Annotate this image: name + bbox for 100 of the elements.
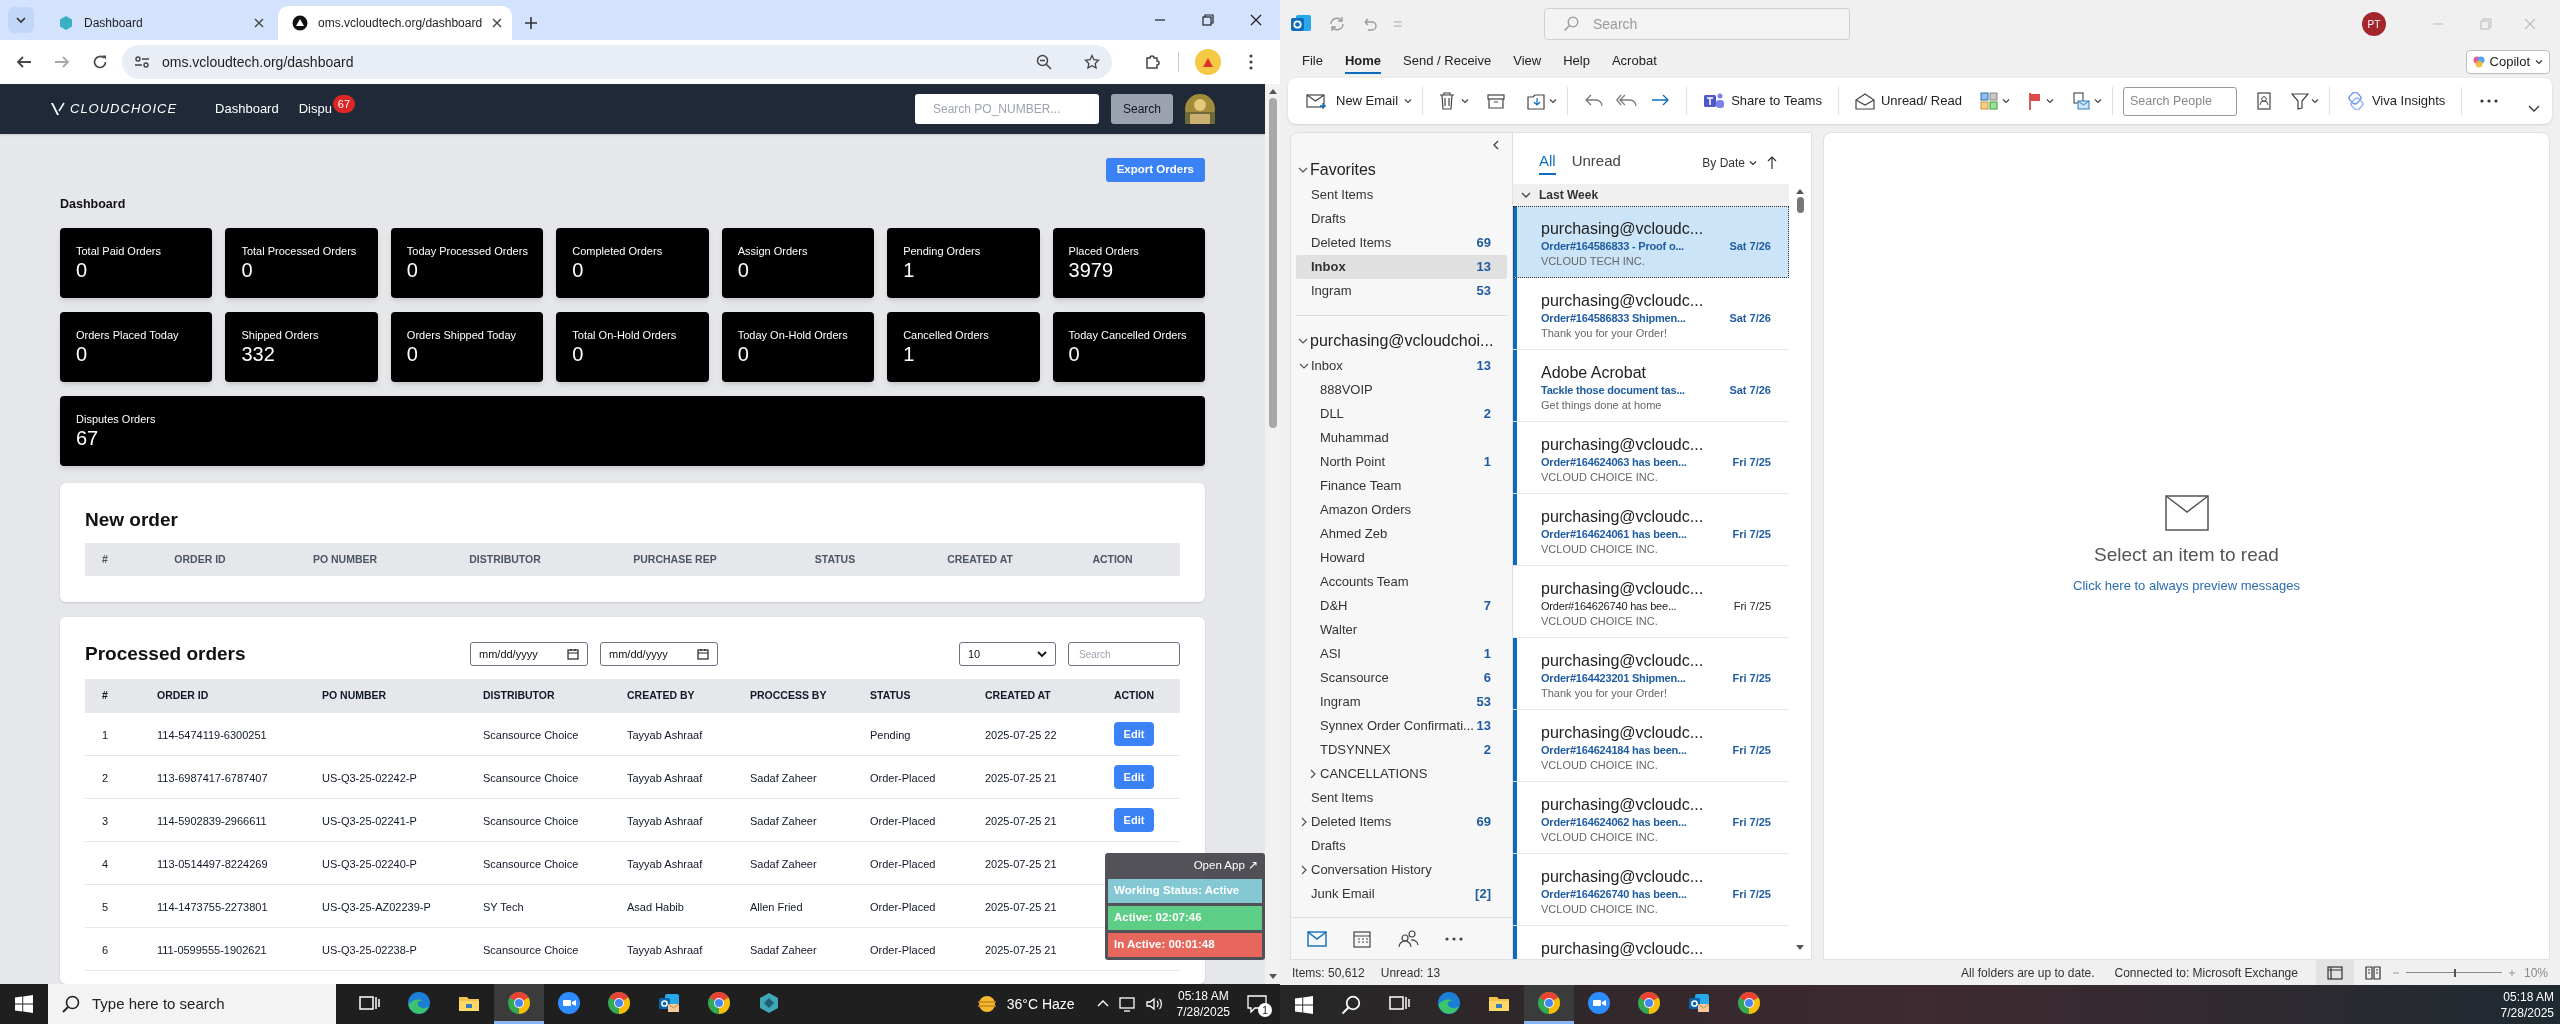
search-button[interactable]: Search bbox=[1110, 94, 1173, 124]
caret-icon[interactable] bbox=[2001, 97, 2010, 105]
date-field[interactable]: mm/dd/yyyy bbox=[600, 642, 718, 666]
close-icon[interactable] bbox=[254, 18, 264, 28]
scroll-down-icon[interactable] bbox=[1268, 974, 1277, 980]
browser-tab[interactable]: Dashboard bbox=[44, 6, 278, 40]
collapse-pane-icon[interactable] bbox=[1492, 140, 1500, 150]
folder-item[interactable]: Amazon Orders bbox=[1296, 498, 1507, 522]
folder-item[interactable]: North Point 1 bbox=[1296, 450, 1507, 474]
address-bar[interactable]: oms.vcloudtech.org/dashboard bbox=[122, 45, 1112, 79]
slider-thumb[interactable] bbox=[2453, 968, 2456, 977]
folder-item[interactable]: TDSYNNEX 2 bbox=[1296, 738, 1507, 762]
search-people-field[interactable]: Search People bbox=[2122, 86, 2237, 116]
folder-item[interactable]: Ingram 53 bbox=[1296, 690, 1507, 714]
nav-link[interactable]: Dashboard bbox=[215, 99, 279, 119]
folder-item[interactable]: Inbox 13 bbox=[1296, 255, 1507, 279]
restore-icon[interactable] bbox=[1202, 14, 1214, 26]
chevron-icon[interactable] bbox=[1299, 817, 1309, 827]
message-item[interactable]: purchasing@vcloudc... Order#164624184 has been... Fri 7/25 VCLOUD CHOICE INC. bbox=[1513, 710, 1789, 782]
message-item[interactable]: purchasing@vcloudc... Order#164586833 Shipmen... Sat 7/26 Thank you for your Order! bbox=[1513, 278, 1789, 350]
open-app-link[interactable]: Open App ↗ bbox=[1193, 857, 1258, 875]
taskbar-button[interactable] bbox=[494, 984, 544, 1024]
chevron-icon[interactable] bbox=[1299, 361, 1309, 371]
caret-icon[interactable] bbox=[1404, 97, 1413, 105]
extensions-icon[interactable] bbox=[1144, 53, 1162, 71]
edit-button[interactable]: Edit bbox=[1113, 808, 1155, 832]
folder-item[interactable]: Accounts Team bbox=[1296, 570, 1507, 594]
message-item[interactable]: purchasing@vcloudc... Order#164586833 - Proof o... Sat 7/26 VCLOUD TECH INC. bbox=[1513, 206, 1789, 278]
reading-view-icon[interactable] bbox=[2364, 965, 2381, 980]
folder-item[interactable]: Synnex Order Confirmati... 13 bbox=[1296, 714, 1507, 738]
zoom-slider[interactable] bbox=[2405, 966, 2502, 979]
categorize-icon[interactable] bbox=[1979, 92, 1998, 110]
address-book-icon[interactable] bbox=[2256, 92, 2271, 110]
volume-icon[interactable] bbox=[1144, 996, 1163, 1012]
windows-icon[interactable] bbox=[1295, 995, 1313, 1014]
calendar-icon[interactable] bbox=[1353, 929, 1371, 948]
flag-icon[interactable] bbox=[2027, 92, 2042, 110]
chevron-icon[interactable] bbox=[1299, 865, 1309, 875]
new-tab-icon[interactable] bbox=[524, 16, 538, 30]
folder-item[interactable]: Scansource 6 bbox=[1296, 666, 1507, 690]
menu-icon[interactable] bbox=[1249, 54, 1253, 70]
nav-link[interactable]: Dispu bbox=[298, 99, 332, 119]
filter-tab[interactable]: Unread bbox=[1571, 150, 1621, 175]
more-icon[interactable] bbox=[2480, 99, 2499, 103]
menu-tab[interactable]: Help bbox=[1563, 50, 1590, 74]
people-icon[interactable] bbox=[1397, 929, 1419, 948]
normal-view-button[interactable] bbox=[2315, 960, 2354, 985]
folder-item[interactable]: Ahmed Zeb bbox=[1296, 522, 1507, 546]
taskbar-clock[interactable]: 05:18 AM 7/28/2025 bbox=[1176, 988, 1230, 1020]
filter-icon[interactable] bbox=[2290, 92, 2309, 110]
profile-avatar[interactable] bbox=[1195, 49, 1221, 75]
unread-read-button[interactable]: Unread/ Read bbox=[1848, 85, 1968, 117]
caret-icon[interactable] bbox=[2093, 97, 2102, 105]
network-icon[interactable] bbox=[1118, 996, 1137, 1012]
group-header[interactable]: Last Week bbox=[1513, 184, 1789, 206]
site-settings-icon[interactable] bbox=[134, 54, 150, 70]
folder-group-header[interactable]: purchasing@vcloudchoi... bbox=[1291, 328, 1512, 354]
close-icon[interactable] bbox=[492, 18, 503, 28]
date-field[interactable]: mm/dd/yyyy bbox=[470, 642, 588, 666]
scroll-down-icon[interactable] bbox=[1796, 945, 1804, 951]
folder-item[interactable]: Drafts bbox=[1296, 834, 1507, 858]
menu-tab[interactable]: Send / Receive bbox=[1403, 50, 1492, 74]
folder-item[interactable]: DLL 2 bbox=[1296, 402, 1507, 426]
chevron-icon[interactable] bbox=[1308, 769, 1318, 779]
chevron-icon[interactable] bbox=[1298, 336, 1308, 346]
folder-item[interactable]: Muhammad bbox=[1296, 426, 1507, 450]
delete-icon[interactable] bbox=[1439, 92, 1456, 110]
page-size-select[interactable]: 10 bbox=[959, 642, 1056, 666]
mail-icon[interactable] bbox=[1307, 930, 1327, 947]
taskbar-clock[interactable]: 05:18 AM 7/28/2025 bbox=[2500, 988, 2560, 1021]
rules-icon[interactable] bbox=[2071, 92, 2090, 110]
zoom-out-icon[interactable] bbox=[1036, 54, 1052, 70]
folder-item[interactable]: Conversation History bbox=[1296, 858, 1507, 882]
message-item[interactable]: purchasing@vcloudc... Order#164624061 has been... Fri 7/25 VCLOUD CHOICE INC. bbox=[1513, 494, 1789, 566]
folder-item[interactable]: D&H 7 bbox=[1296, 594, 1507, 618]
folder-item[interactable]: 888VOIP bbox=[1296, 378, 1507, 402]
folder-item[interactable]: Walter bbox=[1296, 618, 1507, 642]
edit-button[interactable]: Edit bbox=[1113, 722, 1155, 746]
folder-item[interactable]: CANCELLATIONS bbox=[1296, 762, 1507, 786]
caret-icon[interactable] bbox=[2310, 97, 2319, 105]
tab-list-button[interactable] bbox=[8, 7, 34, 33]
caret-icon[interactable] bbox=[2045, 97, 2054, 105]
folder-item[interactable]: Sent Items bbox=[1296, 183, 1507, 207]
taskbar-button[interactable] bbox=[1524, 985, 1574, 1024]
preview-link[interactable]: Click here to always preview messages bbox=[2073, 575, 2300, 595]
reload-icon[interactable] bbox=[92, 54, 108, 70]
reply-all-icon[interactable] bbox=[1616, 93, 1639, 109]
windows-icon[interactable] bbox=[15, 995, 33, 1013]
message-item[interactable]: purchasing@vcloudc... Order#164624062 has been... Fri 7/25 VCLOUD CHOICE INC. bbox=[1513, 782, 1789, 854]
folder-item[interactable]: Drafts bbox=[1296, 207, 1507, 231]
folder-group-header[interactable]: Favorites bbox=[1291, 157, 1512, 183]
folder-item[interactable]: Junk Email [2] bbox=[1296, 882, 1507, 906]
message-item[interactable]: purchasing@vcloudc... Order#164423201 Shipmen... Fri 7/25 Thank you for your Order! bbox=[1513, 638, 1789, 710]
sort-dropdown[interactable]: By Date bbox=[1702, 153, 1757, 172]
star-icon[interactable] bbox=[1084, 54, 1100, 70]
more-icon[interactable] bbox=[1445, 936, 1463, 941]
close-icon[interactable] bbox=[1250, 14, 1262, 26]
export-button[interactable]: Export Orders bbox=[1105, 158, 1205, 182]
viva-insights-button[interactable]: Viva Insights bbox=[2339, 85, 2452, 117]
back-icon[interactable] bbox=[16, 54, 32, 70]
